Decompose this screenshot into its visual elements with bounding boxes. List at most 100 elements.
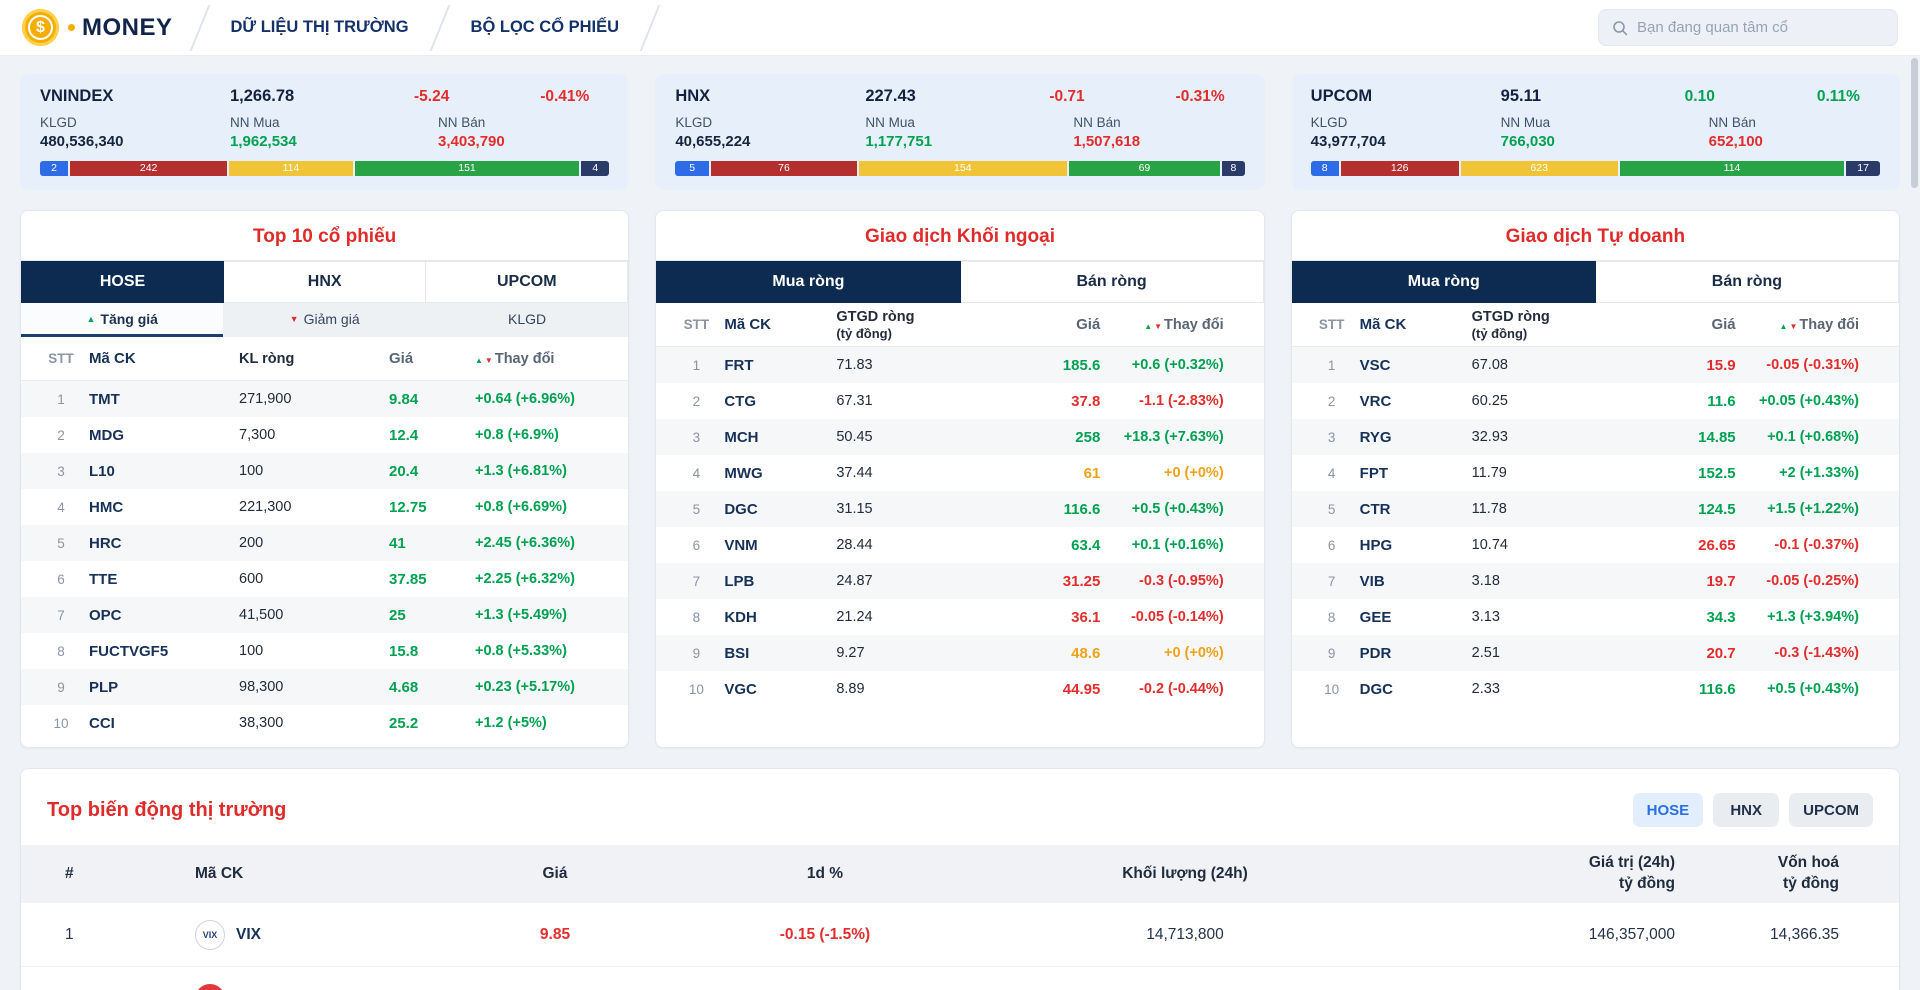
table-row[interactable]: 9PDR2.5120.7-0.3 (-1.43%) <box>1292 635 1899 671</box>
tab-upcom[interactable]: UPCOM <box>426 261 628 303</box>
tab-mua-rong[interactable]: Mua ròng <box>1292 261 1596 303</box>
cell-market-cap: 14,366.35 <box>1675 926 1839 944</box>
nav-item-market-data[interactable]: DỮ LIỆU THỊ TRƯỜNG <box>201 18 439 37</box>
table-row[interactable]: 2CTG67.3137.8-1.1 (-2.83%) <box>656 383 1263 419</box>
table-row[interactable]: 1VSC67.0815.9-0.05 (-0.31%) <box>1292 347 1899 383</box>
table-row[interactable]: 1FRT71.83185.6+0.6 (+0.32%) <box>656 347 1263 383</box>
cell-symbol: TTE <box>89 571 239 588</box>
table-row[interactable]: 5CTR11.78124.5+1.5 (+1.22%) <box>1292 491 1899 527</box>
cell-change: +2.25 (+6.32%) <box>475 571 612 587</box>
col-header-thay-oi: ▲▼Thay đổi <box>1736 317 1859 333</box>
cell-change: +0.5 (+0.43%) <box>1736 681 1859 697</box>
tab-ban-rong[interactable]: Bán ròng <box>1596 261 1899 303</box>
col-header-thay-oi: ▲▼Thay đổi <box>475 351 612 367</box>
table-row[interactable]: 5DGC31.15116.6+0.5 (+0.43%) <box>656 491 1263 527</box>
col-header-label: GTGD ròng <box>1472 309 1550 325</box>
foreign-buy-group: NN Mua 766,030 <box>1501 115 1709 150</box>
table-row[interactable]: 8KDH21.2436.1-0.05 (-0.14%) <box>656 599 1263 635</box>
app-logo[interactable]: $ MONEY <box>22 9 173 46</box>
cell-stt: 6 <box>33 572 89 587</box>
down-triangle-icon: ▼ <box>1154 322 1162 331</box>
table-row[interactable]: 2VRC60.2511.6+0.05 (+0.43%) <box>1292 383 1899 419</box>
table-row[interactable]: 6TTE60037.85+2.25 (+6.32%) <box>21 561 628 597</box>
table-row[interactable]: 9PLP98,3004.68+0.23 (+5.17%) <box>21 669 628 705</box>
cell-value: 41,500 <box>239 607 389 623</box>
col-header-stt: STT <box>668 317 724 332</box>
cell-stt: 7 <box>668 574 724 589</box>
cell-value: 67.08 <box>1472 357 1640 373</box>
col-header-label: Thay đổi <box>1799 317 1859 333</box>
table-row[interactable]: 8FUCTVGF510015.8+0.8 (+5.33%) <box>21 633 628 669</box>
search-box[interactable] <box>1598 9 1898 46</box>
stock-logo-mbb-icon: MB <box>195 984 225 990</box>
subtab-tang-gia[interactable]: ▲Tăng giá <box>21 303 223 337</box>
table-row[interactable]: 6HPG10.7426.65-0.1 (-0.37%) <box>1292 527 1899 563</box>
table-row[interactable]: 2MDG7,30012.4+0.8 (+6.9%) <box>21 417 628 453</box>
tab-hose[interactable]: HOSE <box>21 261 224 303</box>
cell-change: -0.05 (-0.31%) <box>1736 357 1859 373</box>
col-header-ma-ck: Mã CK <box>1360 316 1472 333</box>
table-row[interactable]: 10DGC2.33116.6+0.5 (+0.43%) <box>1292 671 1899 707</box>
cell-symbol: FRT <box>724 357 836 374</box>
foreign-sell-value: 652,100 <box>1709 133 1880 150</box>
cell-stt: 1 <box>33 392 89 407</box>
table-row[interactable]: 1TMT271,9009.84+0.64 (+6.96%) <box>21 381 628 417</box>
table-row[interactable]: 4HMC221,30012.75+0.8 (+6.69%) <box>21 489 628 525</box>
cell-symbol: VGC <box>724 681 836 698</box>
movers-tab-upcom[interactable]: UPCOM <box>1789 793 1873 827</box>
foreign-buy-value: 1,177,751 <box>865 133 1073 150</box>
search-input[interactable] <box>1637 19 1884 36</box>
table-row[interactable]: 10VGC8.8944.95-0.2 (-0.44%) <box>656 671 1263 707</box>
subtab-klgd[interactable]: KLGD <box>426 303 628 337</box>
table-body: 1TMT271,9009.84+0.64 (+6.96%)2MDG7,30012… <box>21 381 628 741</box>
cell-stt: 5 <box>668 502 724 517</box>
table-row[interactable]: 7VIB3.1819.7-0.05 (-0.25%) <box>1292 563 1899 599</box>
tab-ban-rong[interactable]: Bán ròng <box>961 261 1264 303</box>
col-header-subtext: (tỷ đồng) <box>836 326 1004 341</box>
index-value: 95.11 <box>1501 87 1661 106</box>
table-row[interactable]: 7LPB24.8731.25-0.3 (-0.95%) <box>656 563 1263 599</box>
foreign-buy-label: NN Mua <box>230 115 438 130</box>
movers-tab-hose[interactable]: HOSE <box>1633 793 1704 827</box>
col-header-label: STT <box>48 351 74 366</box>
table-row[interactable]: 4FPT11.79152.5+2 (+1.33%) <box>1292 455 1899 491</box>
movers-tab-hnx[interactable]: HNX <box>1713 793 1779 827</box>
col-header-value-24h: Giá trị (24h)tỷ đồng <box>1375 853 1675 895</box>
index-name: UPCOM <box>1311 87 1501 106</box>
table-row[interactable]: 8GEE3.1334.3+1.3 (+3.94%) <box>1292 599 1899 635</box>
col-header-volume-24h: Khối lượng (24h) <box>995 864 1375 885</box>
cell-price: 26.65 <box>1640 537 1736 554</box>
movers-body: 1VIXVIX9.85-0.15 (-1.5%)14,713,800146,35… <box>21 903 1899 990</box>
panel-tabs: Mua ròngBán ròng <box>656 260 1263 303</box>
nav-item-stock-screener[interactable]: BỘ LỌC CỔ PHIẾU <box>441 18 650 37</box>
table-row[interactable]: 3RYG32.9314.85+0.1 (+0.68%) <box>1292 419 1899 455</box>
cell-stt: 3 <box>33 464 89 479</box>
cell-symbol: L10 <box>89 463 239 480</box>
cell-price: 63.4 <box>1004 537 1100 554</box>
cell-change: -1.1 (-2.83%) <box>1100 393 1223 409</box>
table-row[interactable]: 2MBMBB25.10.3 (1.21%)11,241,300281,055,0… <box>21 967 1899 990</box>
cell-change: +0.1 (+0.16%) <box>1100 537 1223 553</box>
cell-value: 2.33 <box>1472 681 1640 697</box>
cell-value: 271,900 <box>239 391 389 407</box>
cell-change: -0.2 (-0.44%) <box>1100 681 1223 697</box>
table-row[interactable]: 10CCI38,30025.2+1.2 (+5%) <box>21 705 628 741</box>
table-row[interactable]: 5HRC20041+2.45 (+6.36%) <box>21 525 628 561</box>
table-row[interactable]: 3MCH50.45258+18.3 (+7.63%) <box>656 419 1263 455</box>
subtab-giam-gia[interactable]: ▼Giảm giá <box>223 303 425 337</box>
cell-change: +1.5 (+1.22%) <box>1736 501 1859 517</box>
cell-price: 41 <box>389 535 475 552</box>
table-row[interactable]: 1VIXVIX9.85-0.15 (-1.5%)14,713,800146,35… <box>21 903 1899 967</box>
col-header-symbol: Mã CK <box>195 864 455 885</box>
table-row[interactable]: 9BSI9.2748.6+0 (+0%) <box>656 635 1263 671</box>
cell-stt: 2 <box>33 428 89 443</box>
scrollbar-thumb[interactable] <box>1911 58 1918 188</box>
table-row[interactable]: 4MWG37.4461+0 (+0%) <box>656 455 1263 491</box>
table-row[interactable]: 7OPC41,50025+1.3 (+5.49%) <box>21 597 628 633</box>
tab-hnx[interactable]: HNX <box>224 261 426 303</box>
table-row[interactable]: 6VNM28.4463.4+0.1 (+0.16%) <box>656 527 1263 563</box>
cell-value: 31.15 <box>836 501 1004 517</box>
tab-mua-rong[interactable]: Mua ròng <box>656 261 960 303</box>
col-header-subtext: tỷ đồng <box>1375 874 1675 895</box>
table-row[interactable]: 3L1010020.4+1.3 (+6.81%) <box>21 453 628 489</box>
